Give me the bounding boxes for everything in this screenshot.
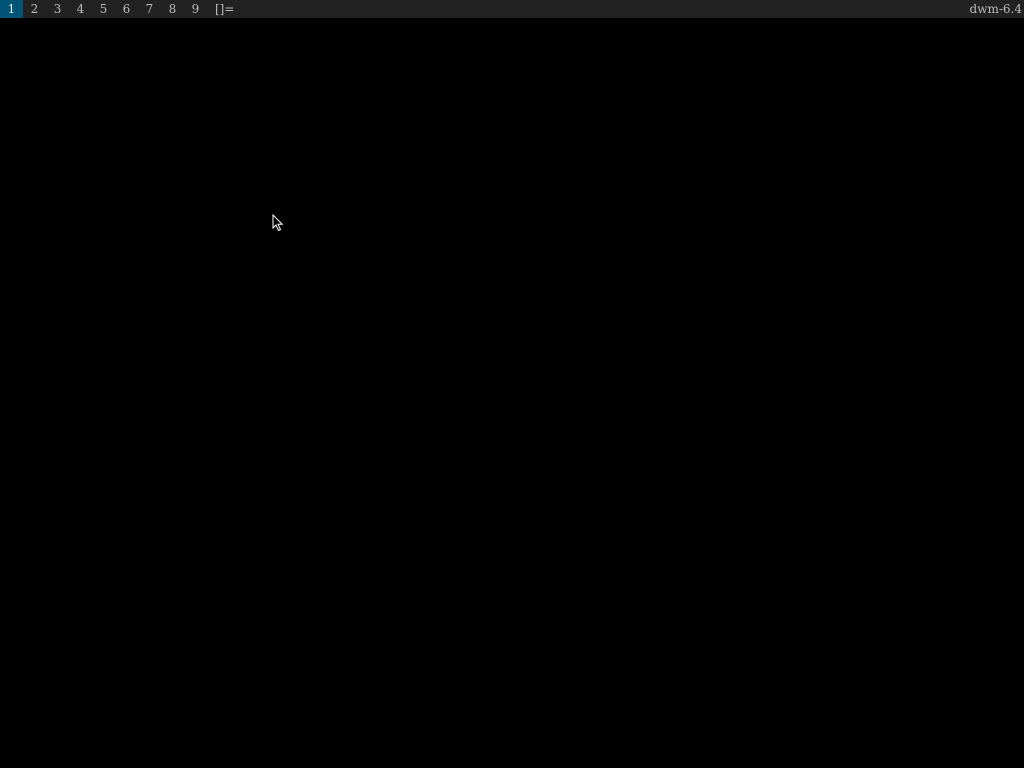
tag-list: 1 2 3 4 5 6 7 8 9 — [0, 0, 207, 18]
tag-7[interactable]: 7 — [138, 0, 161, 18]
tag-5[interactable]: 5 — [92, 0, 115, 18]
window-title-area — [242, 0, 969, 18]
desktop[interactable] — [0, 18, 1024, 768]
layout-symbol[interactable]: []= — [215, 0, 242, 18]
status-text: dwm-6.4 — [969, 2, 1022, 16]
tag-3[interactable]: 3 — [46, 0, 69, 18]
tag-1[interactable]: 1 — [0, 0, 23, 18]
dwm-status-bar: 1 2 3 4 5 6 7 8 9 []= dwm-6.4 — [0, 0, 1024, 18]
tag-8[interactable]: 8 — [161, 0, 184, 18]
arrow-pointer-icon — [272, 214, 284, 232]
tag-4[interactable]: 4 — [69, 0, 92, 18]
tag-2[interactable]: 2 — [23, 0, 46, 18]
tag-6[interactable]: 6 — [115, 0, 138, 18]
tag-9[interactable]: 9 — [184, 0, 207, 18]
